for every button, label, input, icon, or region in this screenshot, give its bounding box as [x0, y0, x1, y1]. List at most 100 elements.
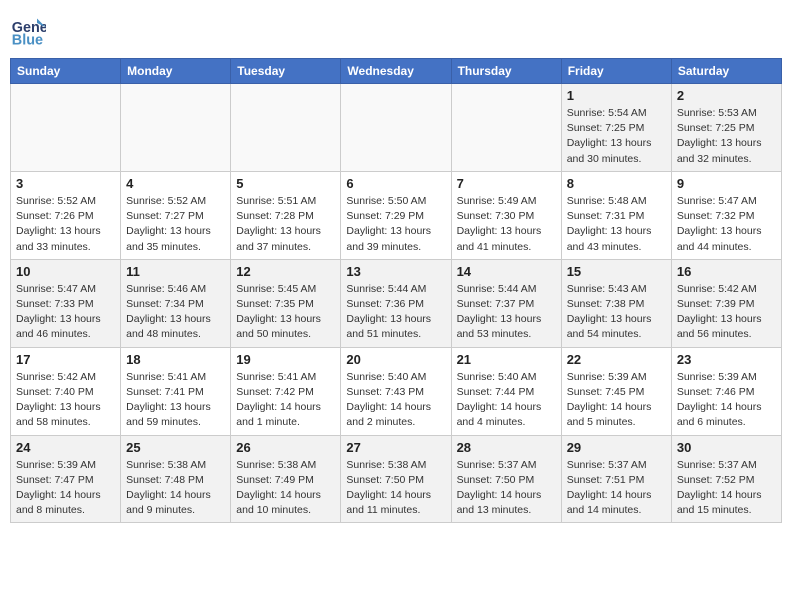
day-detail: Sunrise: 5:37 AM Sunset: 7:51 PM Dayligh… — [567, 458, 666, 519]
day-number: 21 — [457, 352, 556, 367]
calendar-cell: 4 Sunrise: 5:52 AM Sunset: 7:27 PM Daylig… — [121, 171, 231, 259]
day-number: 6 — [346, 176, 445, 191]
day-detail: Sunrise: 5:43 AM Sunset: 7:38 PM Dayligh… — [567, 282, 666, 343]
weekday-header: Friday — [561, 59, 671, 84]
day-detail: Sunrise: 5:37 AM Sunset: 7:50 PM Dayligh… — [457, 458, 556, 519]
calendar-cell: 6 Sunrise: 5:50 AM Sunset: 7:29 PM Daylig… — [341, 171, 451, 259]
calendar-cell — [121, 84, 231, 172]
day-number: 19 — [236, 352, 335, 367]
calendar-cell: 21 Sunrise: 5:40 AM Sunset: 7:44 PM Dayli… — [451, 347, 561, 435]
logo-icon: General Blue — [10, 14, 46, 50]
calendar-cell: 23 Sunrise: 5:39 AM Sunset: 7:46 PM Dayli… — [671, 347, 781, 435]
calendar-cell — [231, 84, 341, 172]
day-number: 24 — [16, 440, 115, 455]
day-detail: Sunrise: 5:38 AM Sunset: 7:49 PM Dayligh… — [236, 458, 335, 519]
calendar: SundayMondayTuesdayWednesdayThursdayFrid… — [10, 58, 782, 523]
calendar-cell: 9 Sunrise: 5:47 AM Sunset: 7:32 PM Daylig… — [671, 171, 781, 259]
weekday-header: Tuesday — [231, 59, 341, 84]
day-detail: Sunrise: 5:42 AM Sunset: 7:40 PM Dayligh… — [16, 370, 115, 431]
day-detail: Sunrise: 5:39 AM Sunset: 7:47 PM Dayligh… — [16, 458, 115, 519]
calendar-cell: 1Sunrise: 5:54 AM Sunset: 7:25 PM Daylig… — [561, 84, 671, 172]
day-number: 11 — [126, 264, 225, 279]
day-number: 18 — [126, 352, 225, 367]
day-number: 20 — [346, 352, 445, 367]
calendar-cell: 20 Sunrise: 5:40 AM Sunset: 7:43 PM Dayli… — [341, 347, 451, 435]
calendar-cell: 16Sunrise: 5:42 AM Sunset: 7:39 PM Dayli… — [671, 259, 781, 347]
calendar-cell: 12 Sunrise: 5:45 AM Sunset: 7:35 PM Dayli… — [231, 259, 341, 347]
day-number: 8 — [567, 176, 666, 191]
day-detail: Sunrise: 5:52 AM Sunset: 7:26 PM Dayligh… — [16, 194, 115, 255]
calendar-cell: 29 Sunrise: 5:37 AM Sunset: 7:51 PM Dayli… — [561, 435, 671, 523]
svg-text:Blue: Blue — [12, 33, 43, 49]
day-number: 1 — [567, 88, 666, 103]
calendar-cell — [451, 84, 561, 172]
calendar-cell: 22 Sunrise: 5:39 AM Sunset: 7:45 PM Dayli… — [561, 347, 671, 435]
day-detail: Sunrise: 5:37 AM Sunset: 7:52 PM Dayligh… — [677, 458, 776, 519]
calendar-cell: 24 Sunrise: 5:39 AM Sunset: 7:47 PM Dayli… — [11, 435, 121, 523]
day-detail: Sunrise: 5:45 AM Sunset: 7:35 PM Dayligh… — [236, 282, 335, 343]
day-number: 28 — [457, 440, 556, 455]
day-number: 29 — [567, 440, 666, 455]
day-detail: Sunrise: 5:53 AM Sunset: 7:25 PM Dayligh… — [677, 106, 776, 167]
calendar-cell — [341, 84, 451, 172]
day-detail: Sunrise: 5:49 AM Sunset: 7:30 PM Dayligh… — [457, 194, 556, 255]
calendar-cell: 17 Sunrise: 5:42 AM Sunset: 7:40 PM Dayli… — [11, 347, 121, 435]
weekday-header: Monday — [121, 59, 231, 84]
day-number: 27 — [346, 440, 445, 455]
calendar-cell: 18 Sunrise: 5:41 AM Sunset: 7:41 PM Dayli… — [121, 347, 231, 435]
calendar-cell: 19 Sunrise: 5:41 AM Sunset: 7:42 PM Dayli… — [231, 347, 341, 435]
day-detail: Sunrise: 5:40 AM Sunset: 7:44 PM Dayligh… — [457, 370, 556, 431]
calendar-cell: 27 Sunrise: 5:38 AM Sunset: 7:50 PM Dayli… — [341, 435, 451, 523]
calendar-cell: 15 Sunrise: 5:43 AM Sunset: 7:38 PM Dayli… — [561, 259, 671, 347]
day-detail: Sunrise: 5:38 AM Sunset: 7:50 PM Dayligh… — [346, 458, 445, 519]
calendar-header: SundayMondayTuesdayWednesdayThursdayFrid… — [11, 59, 782, 84]
calendar-cell: 26 Sunrise: 5:38 AM Sunset: 7:49 PM Dayli… — [231, 435, 341, 523]
calendar-cell: 5Sunrise: 5:51 AM Sunset: 7:28 PM Daylig… — [231, 171, 341, 259]
day-detail: Sunrise: 5:41 AM Sunset: 7:41 PM Dayligh… — [126, 370, 225, 431]
calendar-cell: 7 Sunrise: 5:49 AM Sunset: 7:30 PM Daylig… — [451, 171, 561, 259]
calendar-cell: 14 Sunrise: 5:44 AM Sunset: 7:37 PM Dayli… — [451, 259, 561, 347]
day-number: 2 — [677, 88, 776, 103]
day-number: 30 — [677, 440, 776, 455]
calendar-cell: 8 Sunrise: 5:48 AM Sunset: 7:31 PM Daylig… — [561, 171, 671, 259]
day-number: 12 — [236, 264, 335, 279]
day-number: 14 — [457, 264, 556, 279]
weekday-header: Sunday — [11, 59, 121, 84]
day-number: 4 — [126, 176, 225, 191]
calendar-cell: 3 Sunrise: 5:52 AM Sunset: 7:26 PM Daylig… — [11, 171, 121, 259]
day-detail: Sunrise: 5:39 AM Sunset: 7:45 PM Dayligh… — [567, 370, 666, 431]
day-detail: Sunrise: 5:50 AM Sunset: 7:29 PM Dayligh… — [346, 194, 445, 255]
day-detail: Sunrise: 5:44 AM Sunset: 7:37 PM Dayligh… — [457, 282, 556, 343]
day-detail: Sunrise: 5:39 AM Sunset: 7:46 PM Dayligh… — [677, 370, 776, 431]
day-number: 9 — [677, 176, 776, 191]
day-number: 23 — [677, 352, 776, 367]
day-number: 22 — [567, 352, 666, 367]
logo: General Blue — [10, 14, 50, 50]
day-detail: Sunrise: 5:46 AM Sunset: 7:34 PM Dayligh… — [126, 282, 225, 343]
weekday-header: Saturday — [671, 59, 781, 84]
day-number: 3 — [16, 176, 115, 191]
calendar-cell: 30 Sunrise: 5:37 AM Sunset: 7:52 PM Dayli… — [671, 435, 781, 523]
calendar-cell: 13Sunrise: 5:44 AM Sunset: 7:36 PM Dayli… — [341, 259, 451, 347]
calendar-cell: 2 Sunrise: 5:53 AM Sunset: 7:25 PM Daylig… — [671, 84, 781, 172]
day-detail: Sunrise: 5:40 AM Sunset: 7:43 PM Dayligh… — [346, 370, 445, 431]
day-detail: Sunrise: 5:47 AM Sunset: 7:32 PM Dayligh… — [677, 194, 776, 255]
weekday-header: Wednesday — [341, 59, 451, 84]
day-detail: Sunrise: 5:48 AM Sunset: 7:31 PM Dayligh… — [567, 194, 666, 255]
day-number: 10 — [16, 264, 115, 279]
day-detail: Sunrise: 5:41 AM Sunset: 7:42 PM Dayligh… — [236, 370, 335, 431]
day-detail: Sunrise: 5:52 AM Sunset: 7:27 PM Dayligh… — [126, 194, 225, 255]
calendar-cell: 25Sunrise: 5:38 AM Sunset: 7:48 PM Dayli… — [121, 435, 231, 523]
calendar-cell: 10Sunrise: 5:47 AM Sunset: 7:33 PM Dayli… — [11, 259, 121, 347]
day-detail: Sunrise: 5:42 AM Sunset: 7:39 PM Dayligh… — [677, 282, 776, 343]
day-detail: Sunrise: 5:44 AM Sunset: 7:36 PM Dayligh… — [346, 282, 445, 343]
calendar-cell: 28 Sunrise: 5:37 AM Sunset: 7:50 PM Dayli… — [451, 435, 561, 523]
calendar-cell — [11, 84, 121, 172]
day-number: 7 — [457, 176, 556, 191]
weekday-header: Thursday — [451, 59, 561, 84]
calendar-cell: 11 Sunrise: 5:46 AM Sunset: 7:34 PM Dayli… — [121, 259, 231, 347]
day-number: 26 — [236, 440, 335, 455]
day-number: 15 — [567, 264, 666, 279]
day-number: 17 — [16, 352, 115, 367]
day-number: 5 — [236, 176, 335, 191]
